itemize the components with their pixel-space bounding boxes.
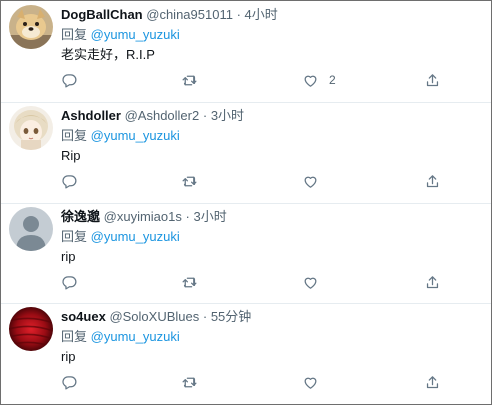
user-handle[interactable]: @SoloXUBlues xyxy=(109,309,199,324)
reply-tweet[interactable]: DogBallChan @china951011 · 4小时 回复 @yumu_… xyxy=(1,1,491,103)
action-bar: 2 xyxy=(61,69,461,91)
mention-link[interactable]: @yumu_yuzuki xyxy=(91,128,180,143)
like-button[interactable] xyxy=(302,371,329,393)
reply-icon xyxy=(62,275,77,290)
share-button[interactable] xyxy=(424,170,441,192)
replying-to: 回复 @yumu_yuzuki xyxy=(61,27,180,43)
avatar[interactable] xyxy=(9,5,53,49)
avatar[interactable] xyxy=(9,307,53,351)
share-icon xyxy=(426,73,439,86)
retweet-icon xyxy=(182,377,197,387)
reply-icon xyxy=(62,73,77,88)
timestamp[interactable]: 3小时 xyxy=(193,209,226,224)
retweet-icon xyxy=(182,75,197,85)
replying-to: 回复 @yumu_yuzuki xyxy=(61,229,180,245)
separator: · xyxy=(202,309,208,324)
mention-link[interactable]: @yumu_yuzuki xyxy=(91,329,180,344)
action-bar xyxy=(61,271,461,293)
share-icon xyxy=(426,375,439,388)
share-button[interactable] xyxy=(424,271,441,293)
action-bar xyxy=(61,371,461,393)
reply-tweet[interactable]: so4uex @SoloXUBlues · 55分钟 回复 @yumu_yuzu… xyxy=(1,303,491,404)
replying-to: 回复 @yumu_yuzuki xyxy=(61,329,180,345)
user-handle[interactable]: @Ashdoller2 xyxy=(125,108,200,123)
separator: · xyxy=(202,108,208,123)
user-handle[interactable]: @xuyimiao1s xyxy=(104,209,182,224)
reply-button[interactable] xyxy=(61,69,78,91)
reply-prefix: 回复 xyxy=(61,329,88,344)
like-button[interactable]: 2 xyxy=(302,69,336,91)
avatar[interactable] xyxy=(9,207,53,251)
display-name[interactable]: Ashdoller xyxy=(61,108,121,123)
mention-link[interactable]: @yumu_yuzuki xyxy=(91,27,180,42)
share-button[interactable] xyxy=(424,371,441,393)
like-button[interactable] xyxy=(302,271,329,293)
reply-tweet[interactable]: Ashdoller @Ashdoller2 · 3小时 回复 @yumu_yuz… xyxy=(1,102,491,204)
retweet-button[interactable] xyxy=(181,371,198,393)
reply-icon xyxy=(62,375,77,390)
heart-icon xyxy=(304,176,317,188)
like-count: 2 xyxy=(329,73,336,87)
tweet-header: DogBallChan @china951011 · 4小时 xyxy=(61,6,278,24)
reply-button[interactable] xyxy=(61,371,78,393)
like-button[interactable] xyxy=(302,170,329,192)
avatar[interactable] xyxy=(9,106,53,150)
display-name[interactable]: DogBallChan xyxy=(61,7,143,22)
tweet-text: Rip xyxy=(61,148,81,163)
retweet-icon xyxy=(182,277,197,287)
display-name[interactable]: so4uex xyxy=(61,309,106,324)
tweet-text: 老实走好，R.I.P xyxy=(61,47,155,62)
retweet-icon xyxy=(182,176,197,186)
separator: · xyxy=(185,209,190,224)
heart-icon xyxy=(304,277,317,289)
timestamp[interactable]: 3小时 xyxy=(211,108,244,123)
mention-link[interactable]: @yumu_yuzuki xyxy=(91,229,180,244)
retweet-button[interactable] xyxy=(181,271,198,293)
replying-to: 回复 @yumu_yuzuki xyxy=(61,128,180,144)
reply-tweet[interactable]: 徐逸邈 @xuyimiao1s · 3小时 回复 @yumu_yuzuki ri… xyxy=(1,203,491,304)
reply-button[interactable] xyxy=(61,271,78,293)
reply-prefix: 回复 xyxy=(61,229,88,244)
tweet-text: rip xyxy=(61,249,76,264)
heart-icon xyxy=(304,75,317,87)
tweet-header: so4uex @SoloXUBlues · 55分钟 xyxy=(61,308,251,326)
timestamp[interactable]: 55分钟 xyxy=(211,309,251,324)
share-icon xyxy=(426,275,439,288)
display-name[interactable]: 徐逸邈 xyxy=(61,209,100,224)
retweet-button[interactable] xyxy=(181,69,198,91)
tweet-header: 徐逸邈 @xuyimiao1s · 3小时 xyxy=(61,208,227,226)
reply-prefix: 回复 xyxy=(61,128,88,143)
reply-button[interactable] xyxy=(61,170,78,192)
user-handle[interactable]: @china951011 xyxy=(146,7,233,22)
share-icon xyxy=(426,174,439,187)
separator: · xyxy=(236,7,241,22)
share-button[interactable] xyxy=(424,69,441,91)
reply-thread: DogBallChan @china951011 · 4小时 回复 @yumu_… xyxy=(0,0,492,405)
retweet-button[interactable] xyxy=(181,170,198,192)
reply-icon xyxy=(62,174,77,189)
timestamp[interactable]: 4小时 xyxy=(245,7,278,22)
heart-icon xyxy=(304,377,317,389)
tweet-text: rip xyxy=(61,349,76,364)
tweet-header: Ashdoller @Ashdoller2 · 3小时 xyxy=(61,107,244,125)
action-bar xyxy=(61,170,461,192)
reply-prefix: 回复 xyxy=(61,27,88,42)
